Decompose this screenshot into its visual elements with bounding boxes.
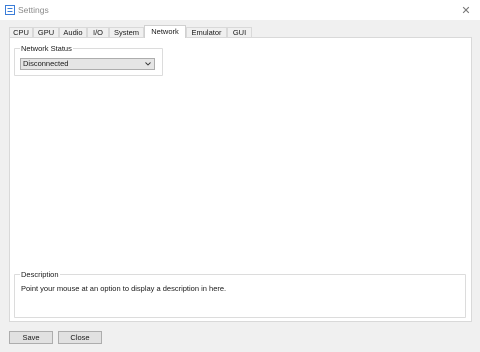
tab-cpu[interactable]: CPU xyxy=(9,27,33,37)
tab-io[interactable]: I/O xyxy=(87,27,109,37)
network-status-dropdown[interactable]: Disconnected xyxy=(20,58,155,70)
tab-system[interactable]: System xyxy=(109,27,144,37)
tab-audio[interactable]: Audio xyxy=(59,27,87,37)
window-title: Settings xyxy=(18,5,49,15)
close-icon: ✕ xyxy=(461,4,471,17)
description-label: Description xyxy=(20,270,60,279)
tab-gui[interactable]: GUI xyxy=(227,27,252,37)
close-window-button[interactable]: ✕ xyxy=(452,0,480,20)
tab-emulator[interactable]: Emulator xyxy=(186,27,227,37)
network-tab-panel: Network Status Disconnected Description … xyxy=(9,37,472,322)
save-button[interactable]: Save xyxy=(9,331,53,344)
title-bar: Settings ✕ xyxy=(0,0,480,20)
description-text: Point your mouse at an option to display… xyxy=(21,284,227,293)
description-group: Description Point your mouse at an optio… xyxy=(14,270,466,318)
network-status-label: Network Status xyxy=(20,44,73,53)
network-status-group: Network Status Disconnected xyxy=(14,44,163,76)
app-icon xyxy=(5,5,15,15)
network-status-value: Disconnected xyxy=(23,59,69,68)
tab-gpu[interactable]: GPU xyxy=(33,27,59,37)
tab-network[interactable]: Network xyxy=(144,25,186,38)
settings-window: Settings ✕ CPU GPU Audio I/O System Netw… xyxy=(0,0,480,352)
chevron-down-icon xyxy=(145,62,151,66)
close-button[interactable]: Close xyxy=(58,331,102,344)
